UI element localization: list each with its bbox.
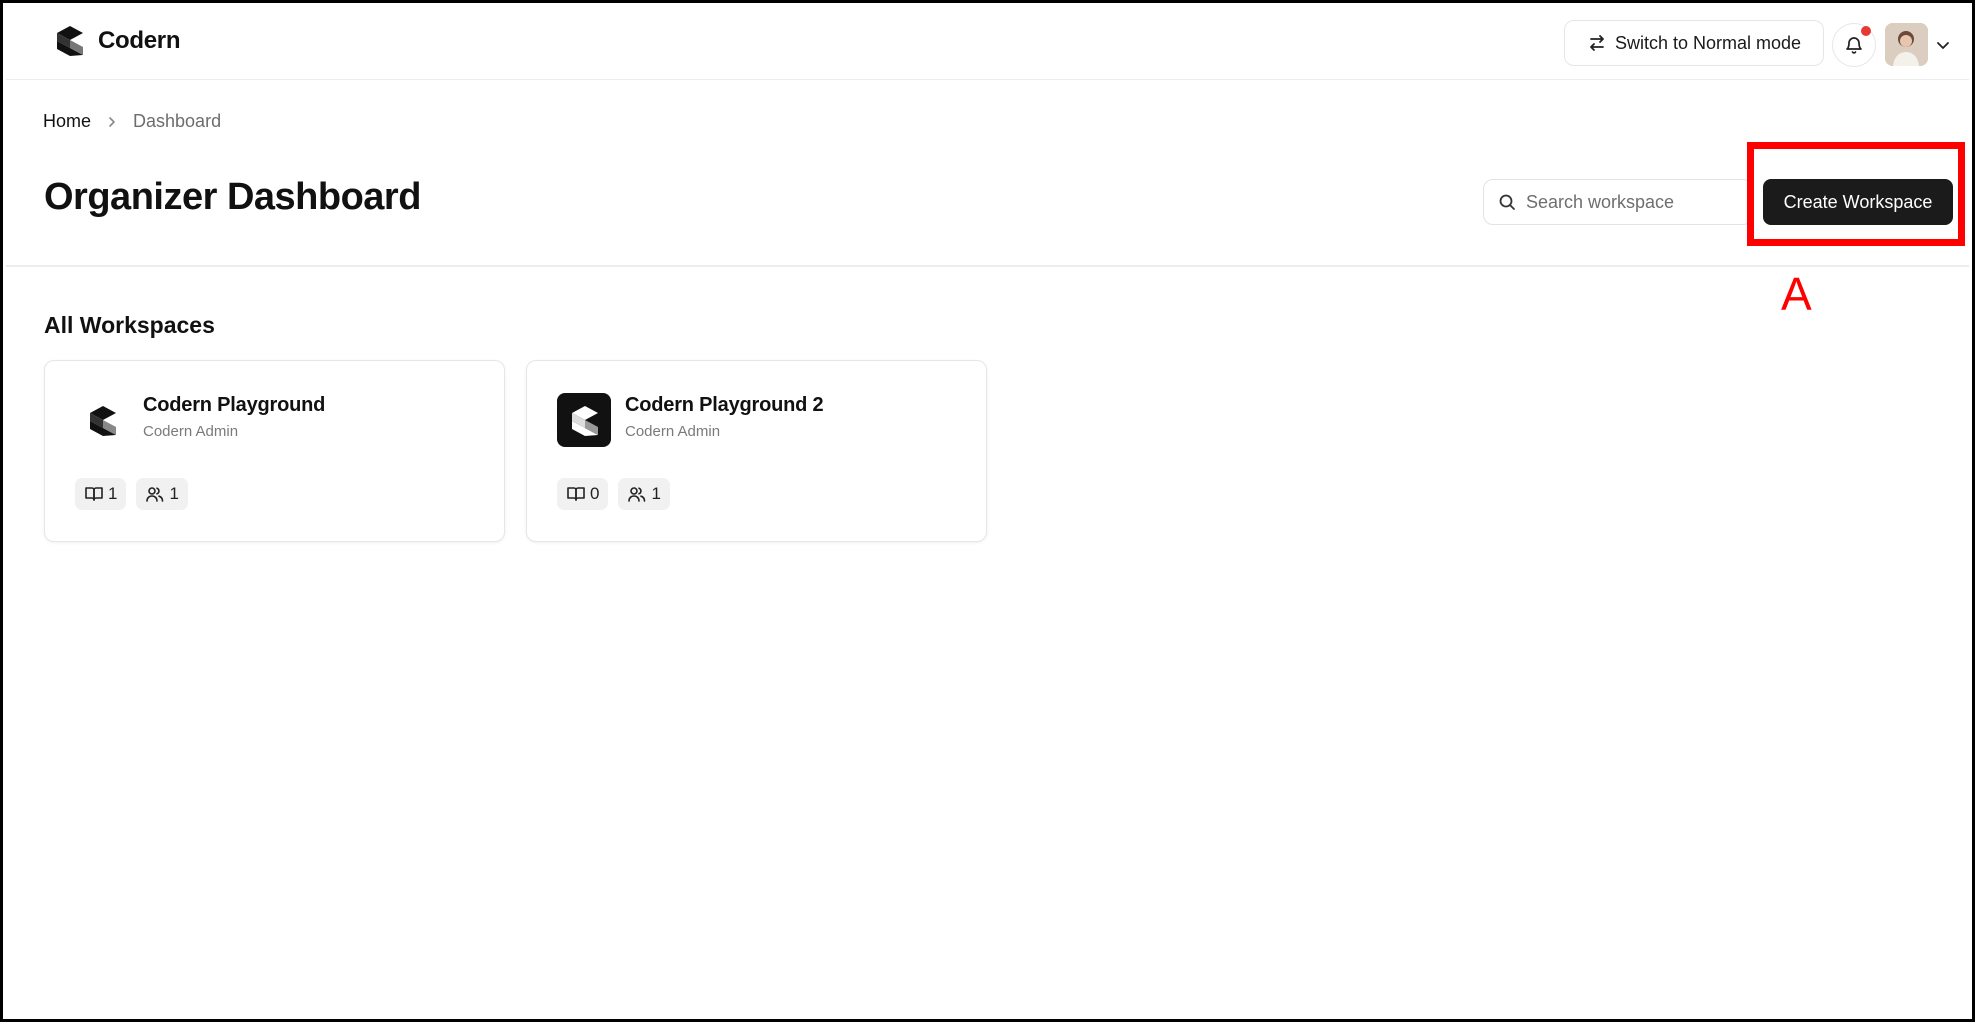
swap-arrows-icon	[1590, 35, 1604, 51]
book-icon	[567, 487, 585, 501]
member-count: 1	[651, 484, 661, 503]
app-window: Codern Switch to Normal mode Home Dashbo…	[0, 0, 1975, 1022]
course-count: 0	[590, 484, 600, 503]
workspace-name: Codern Playground 2	[625, 394, 824, 416]
users-icon	[146, 487, 164, 502]
search-icon	[1499, 194, 1515, 210]
course-count-badge: 0	[557, 478, 609, 510]
breadcrumb-current: Dashboard	[133, 111, 222, 131]
switch-mode-label: Switch to Normal mode	[1614, 32, 1802, 53]
member-count-badge: 1	[136, 478, 188, 510]
notifications-button[interactable]	[1832, 23, 1876, 67]
switch-mode-button[interactable]: Switch to Normal mode	[1564, 20, 1824, 66]
search-input[interactable]	[1526, 191, 1726, 213]
avatar-image	[1885, 23, 1928, 66]
breadcrumb-home-link[interactable]: Home	[43, 111, 91, 132]
breadcrumb: Home Dashboard	[43, 111, 221, 132]
annotation-label: A	[1781, 268, 1812, 320]
page-header: Home Dashboard Organizer Dashboard Creat…	[6, 81, 1969, 267]
workspace-card[interactable]: Codern Playground 2 Codern Admin 0 1	[526, 360, 987, 542]
codern-logo-icon	[57, 26, 83, 56]
member-count: 1	[169, 484, 179, 503]
workspace-card[interactable]: Codern Playground Codern Admin 1 1	[44, 360, 505, 542]
codern-logo-icon	[557, 393, 611, 447]
section-title: All Workspaces	[44, 312, 215, 338]
brand[interactable]: Codern	[54, 24, 181, 58]
course-count-badge: 1	[75, 478, 127, 510]
avatar[interactable]	[1885, 23, 1928, 66]
notification-dot	[1861, 26, 1871, 36]
bell-icon	[1846, 37, 1862, 54]
course-count: 1	[108, 484, 118, 503]
workspace-name: Codern Playground	[143, 394, 326, 416]
brand-name: Codern	[98, 27, 181, 54]
member-count-badge: 1	[618, 478, 670, 510]
annotation-box	[1747, 142, 1965, 246]
chevron-right-icon	[109, 116, 115, 127]
workspace-list: Codern Playground Codern Admin 1 1 Coder…	[44, 360, 987, 542]
page-title: Organizer Dashboard	[44, 176, 421, 218]
top-navbar: Codern Switch to Normal mode	[6, 6, 1969, 80]
workspace-stats: 0 1	[557, 478, 670, 510]
workspace-owner: Codern Admin	[625, 423, 721, 440]
workspace-owner: Codern Admin	[143, 423, 239, 440]
workspace-stats: 1 1	[75, 478, 188, 510]
users-icon	[628, 487, 646, 502]
book-icon	[85, 487, 103, 501]
codern-logo-icon	[90, 406, 116, 436]
search-box[interactable]	[1483, 179, 1753, 225]
chevron-down-icon[interactable]	[1934, 36, 1952, 54]
